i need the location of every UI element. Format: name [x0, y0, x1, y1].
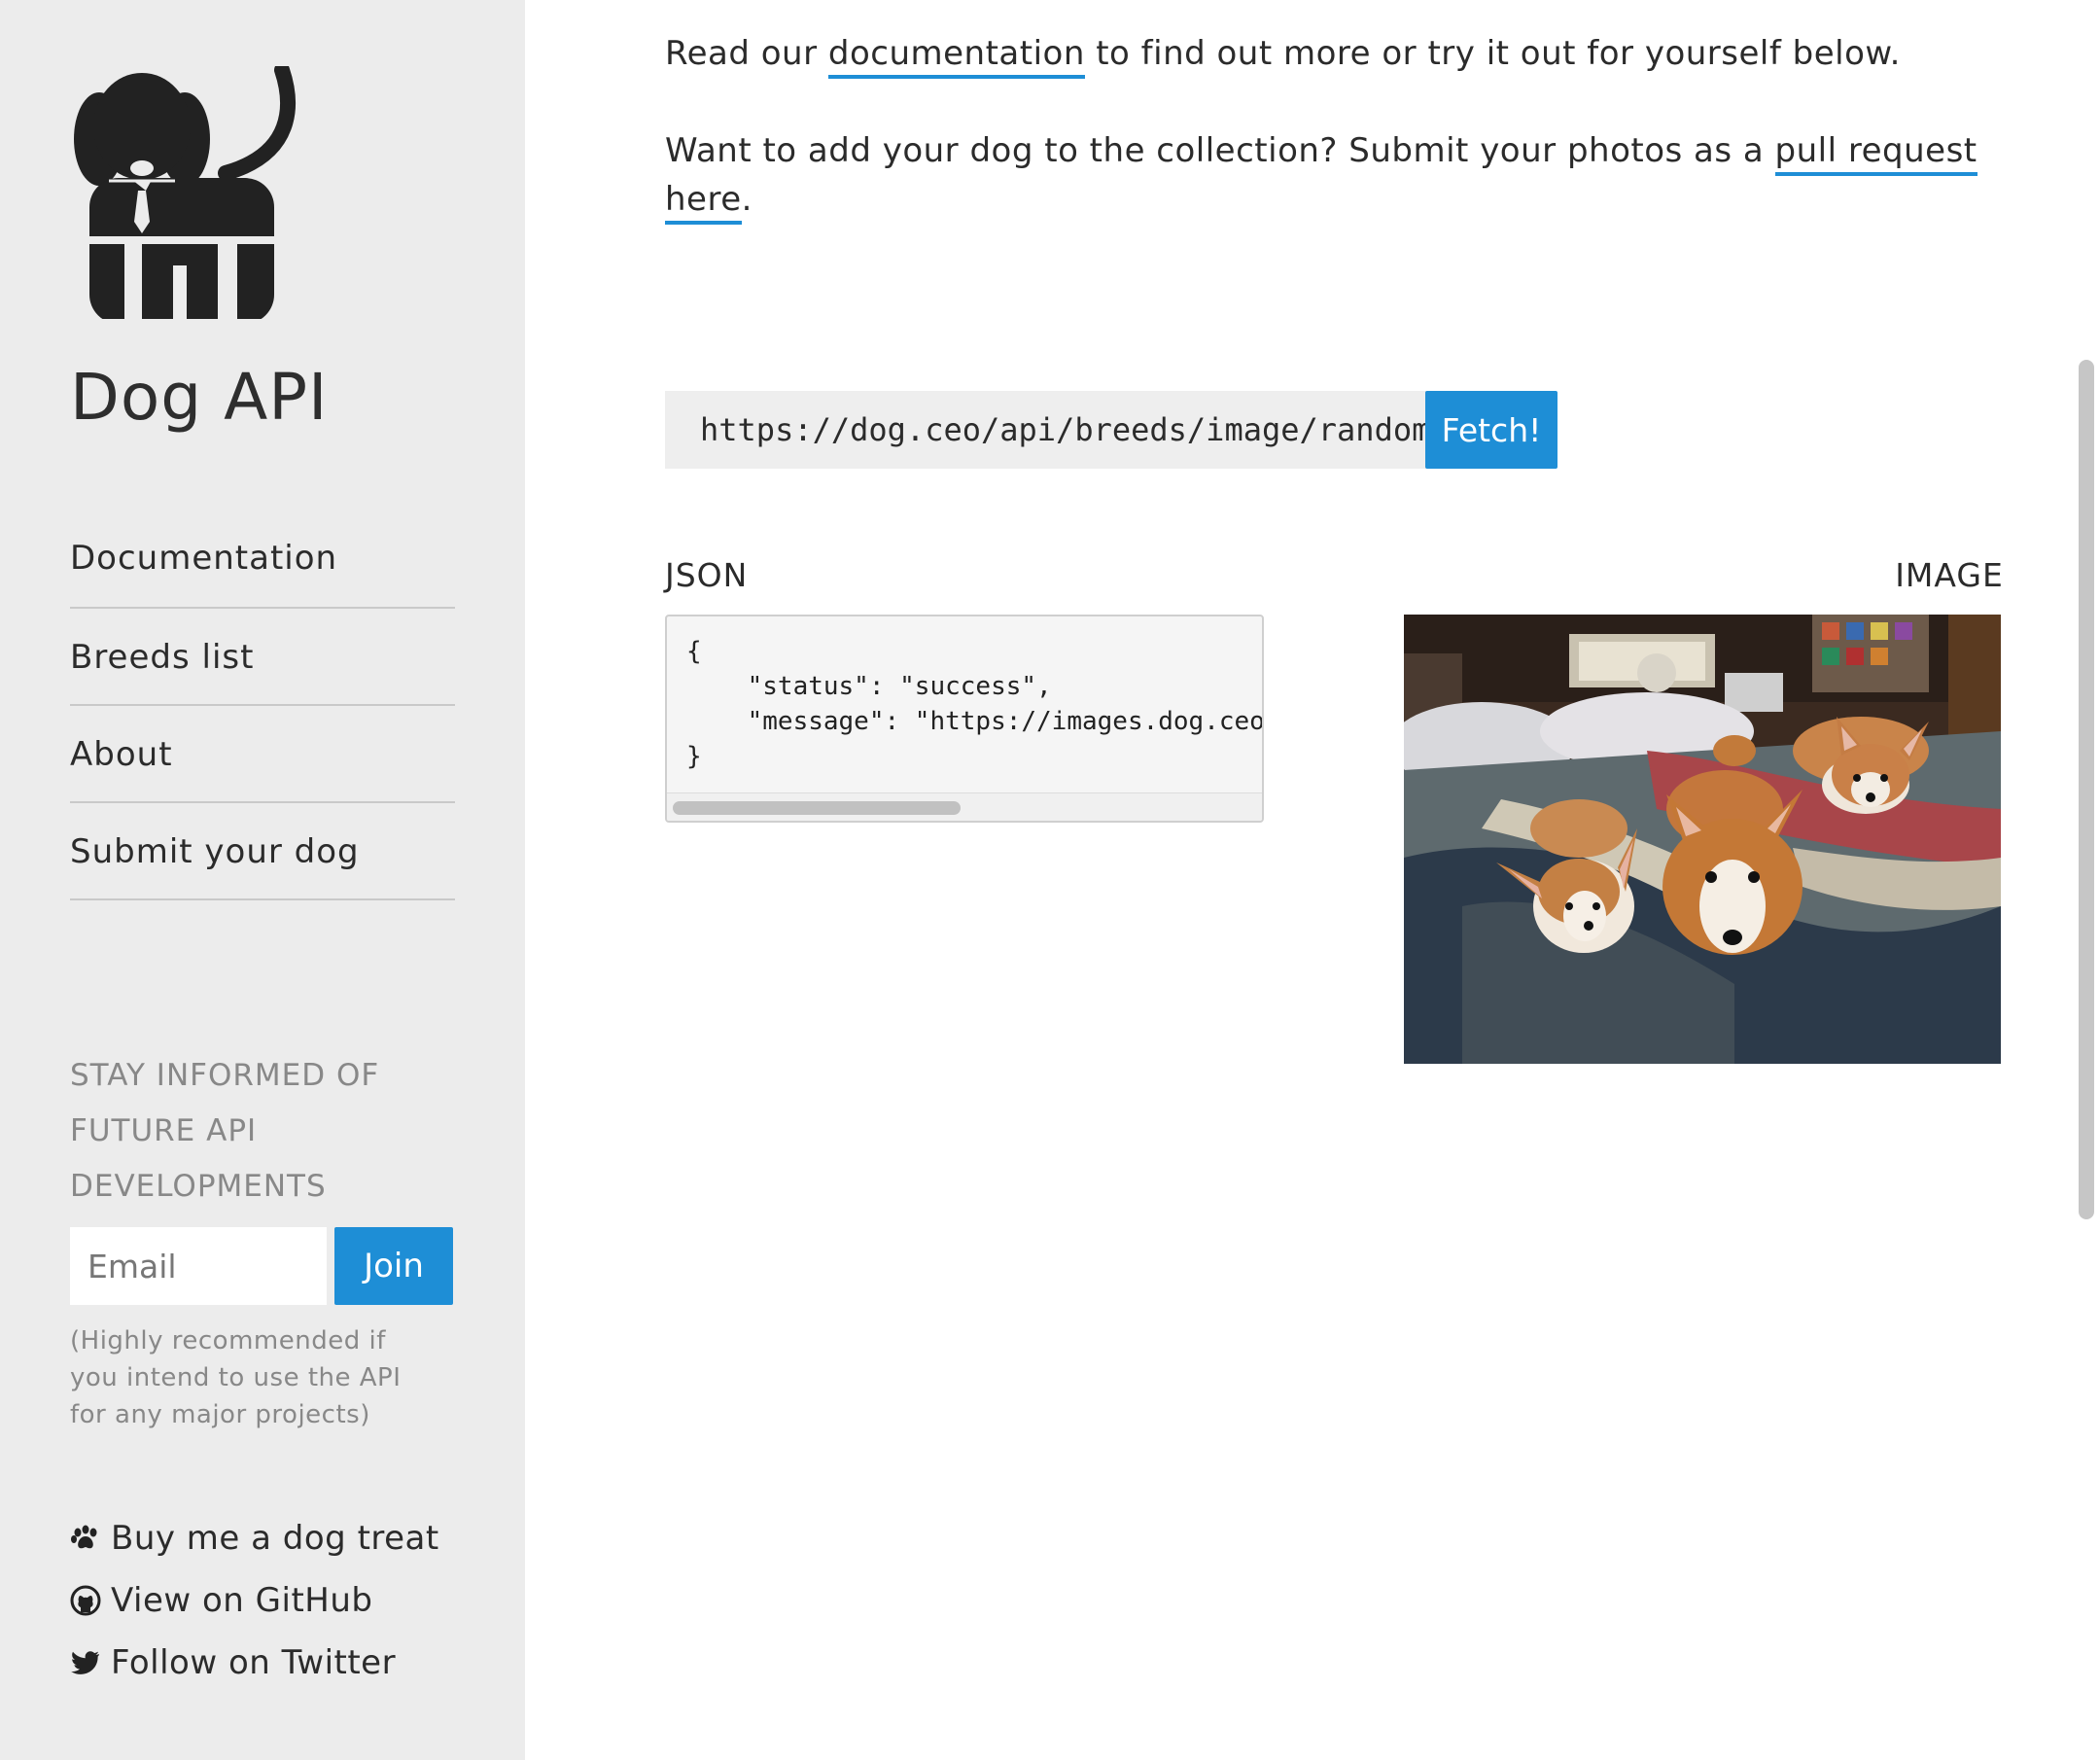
- github-icon: [70, 1585, 101, 1616]
- json-heading: JSON: [665, 556, 749, 594]
- image-heading: IMAGE: [1895, 556, 2004, 594]
- buy-dog-treat-label: Buy me a dog treat: [111, 1519, 439, 1558]
- github-link[interactable]: View on GitHub: [70, 1569, 439, 1632]
- github-label: View on GitHub: [111, 1581, 373, 1620]
- newsletter-heading: STAY INFORMED OF FUTURE API DEVELOPMENTS: [70, 1058, 380, 1204]
- paw-icon: [70, 1523, 101, 1554]
- twitter-label: Follow on Twitter: [111, 1643, 397, 1682]
- sidebar-nav: Documentation Breeds list About Submit y…: [70, 510, 455, 900]
- newsletter-note: (Highly recommended if you intend to use…: [70, 1326, 402, 1429]
- sidebar: Dog API Documentation Breeds list About …: [0, 0, 525, 1760]
- twitter-link[interactable]: Follow on Twitter: [70, 1632, 439, 1694]
- page-scrollbar[interactable]: [2079, 360, 2094, 1219]
- footer-links: Buy me a dog treat View on GitHub Follow…: [70, 1507, 439, 1694]
- nav-item-submit-your-dog[interactable]: Submit your dog: [70, 803, 455, 900]
- documentation-link[interactable]: documentation: [827, 34, 1085, 79]
- nav-item-about[interactable]: About: [70, 706, 455, 803]
- random-dog-image: [1404, 615, 2001, 1064]
- email-input[interactable]: [70, 1227, 327, 1305]
- nav-item-breeds-list[interactable]: Breeds list: [70, 609, 455, 706]
- json-code: { "status": "success", "message": "https…: [686, 637, 1264, 771]
- fetch-button[interactable]: Fetch!: [1425, 391, 1558, 469]
- buy-dog-treat-link[interactable]: Buy me a dog treat: [70, 1507, 439, 1569]
- submit-text: Want to add your dog to the collection? …: [665, 126, 2026, 225]
- intro-prefix: Read our: [665, 34, 828, 73]
- json-horizontal-scrollbar[interactable]: [667, 792, 1262, 821]
- submit-suffix: .: [741, 180, 752, 219]
- join-button[interactable]: Join: [334, 1227, 453, 1305]
- twitter-icon: [70, 1647, 101, 1678]
- submit-prefix: Want to add your dog to the collection? …: [665, 131, 1775, 170]
- intro-suffix: to find out more or try it out for yours…: [1084, 34, 1901, 73]
- dog-api-logo[interactable]: [70, 62, 313, 324]
- site-title: Dog API: [70, 360, 329, 435]
- nav-item-documentation[interactable]: Documentation: [70, 510, 455, 609]
- intro-text: Read our documentation to find out more …: [665, 29, 2026, 79]
- endpoint-input[interactable]: [665, 391, 1431, 469]
- json-output[interactable]: { "status": "success", "message": "https…: [665, 615, 1264, 823]
- json-scrollbar-thumb[interactable]: [673, 801, 961, 815]
